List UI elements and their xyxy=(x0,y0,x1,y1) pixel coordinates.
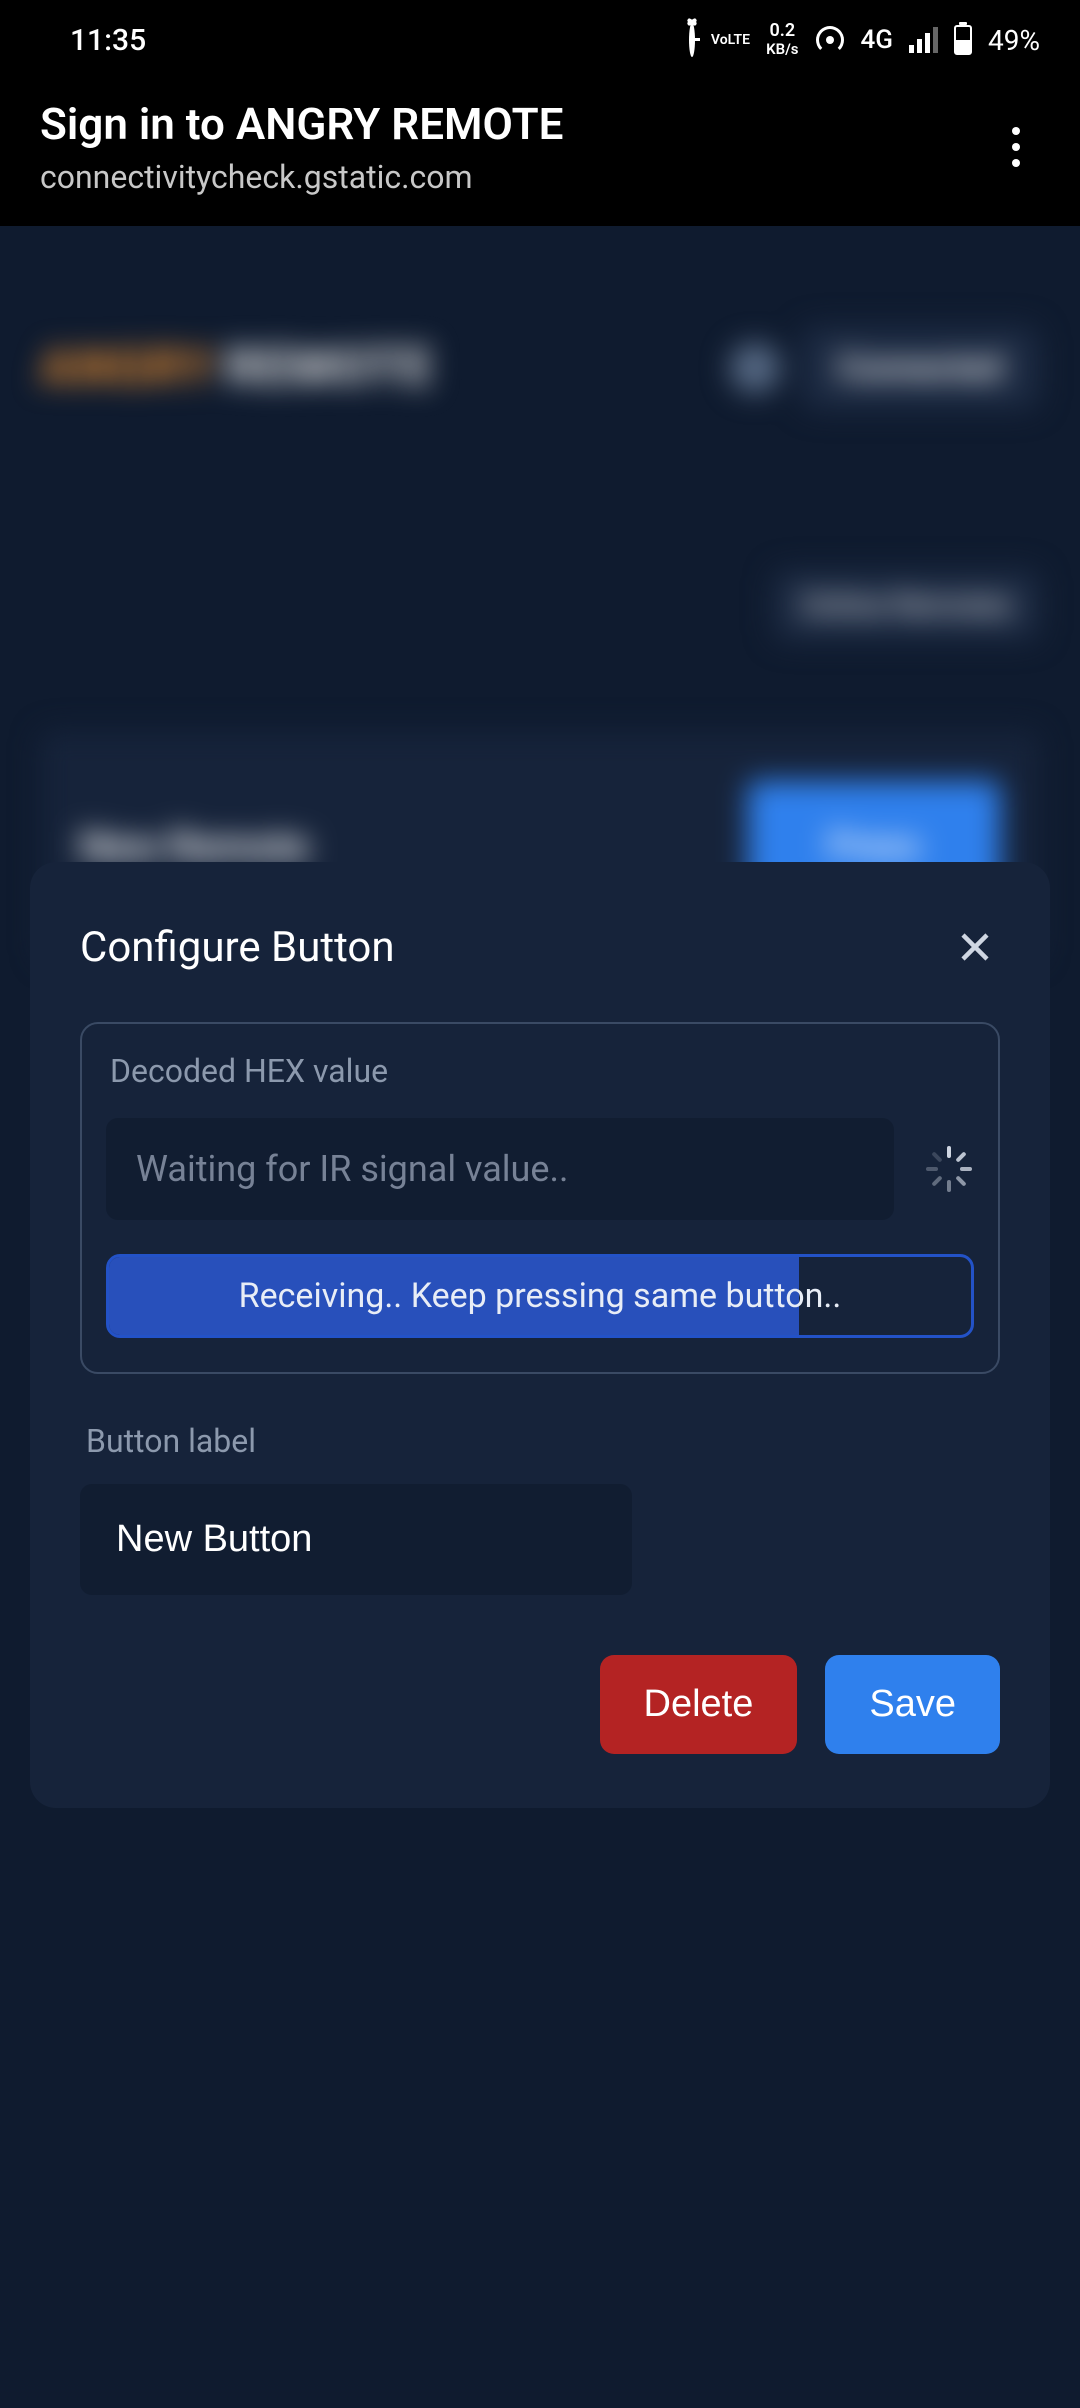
online-remotes-chip: Online Remotes xyxy=(773,570,1040,641)
configure-button-modal: Configure Button Decoded HEX value Waiti… xyxy=(30,862,1050,1808)
receive-progress: Receiving.. Keep pressing same button.. xyxy=(106,1254,974,1338)
volte-indicator: VoLTE xyxy=(711,31,750,49)
app-logo: ANGRYREMOTE xyxy=(40,339,434,397)
alarm-icon xyxy=(689,23,695,57)
hotspot-icon xyxy=(815,25,845,55)
status-bar: 11:35 VoLTE 0.2 KB/s 4G 49% xyxy=(0,0,1080,80)
page-title: Sign in to ANGRY REMOTE xyxy=(40,98,563,150)
loading-spinner-icon xyxy=(924,1144,974,1194)
page-subtitle: connectivitycheck.gstatic.com xyxy=(40,158,563,196)
status-right-cluster: VoLTE 0.2 KB/s 4G 49% xyxy=(689,22,1040,58)
connection-dot-icon xyxy=(730,343,780,393)
network-type: 4G xyxy=(861,25,894,55)
more-options-icon[interactable] xyxy=(992,107,1040,187)
hex-value-input[interactable]: Waiting for IR signal value.. xyxy=(106,1118,894,1220)
battery-icon xyxy=(954,25,972,55)
progress-text: Receiving.. Keep pressing same button.. xyxy=(109,1257,971,1335)
app-header: Sign in to ANGRY REMOTE connectivitychec… xyxy=(0,80,1080,226)
button-label-input[interactable] xyxy=(80,1484,632,1595)
modal-title: Configure Button xyxy=(80,923,395,972)
modal-actions: Delete Save xyxy=(80,1655,1000,1754)
decoded-hex-section: Decoded HEX value Waiting for IR signal … xyxy=(80,1022,1000,1374)
battery-percent: 49% xyxy=(988,24,1040,57)
connected-chip: Connected xyxy=(800,326,1040,410)
delete-button[interactable]: Delete xyxy=(600,1655,798,1754)
close-button[interactable] xyxy=(950,922,1000,972)
status-time: 11:35 xyxy=(70,23,146,58)
data-rate: 0.2 KB/s xyxy=(766,22,798,58)
decoded-hex-label: Decoded HEX value xyxy=(106,1052,974,1090)
close-icon xyxy=(957,929,993,965)
button-label-heading: Button label xyxy=(80,1422,1000,1460)
signal-icon xyxy=(909,27,938,53)
page-content: ANGRYREMOTE Connected Online Remotes New… xyxy=(0,226,1080,2408)
save-button[interactable]: Save xyxy=(825,1655,1000,1754)
